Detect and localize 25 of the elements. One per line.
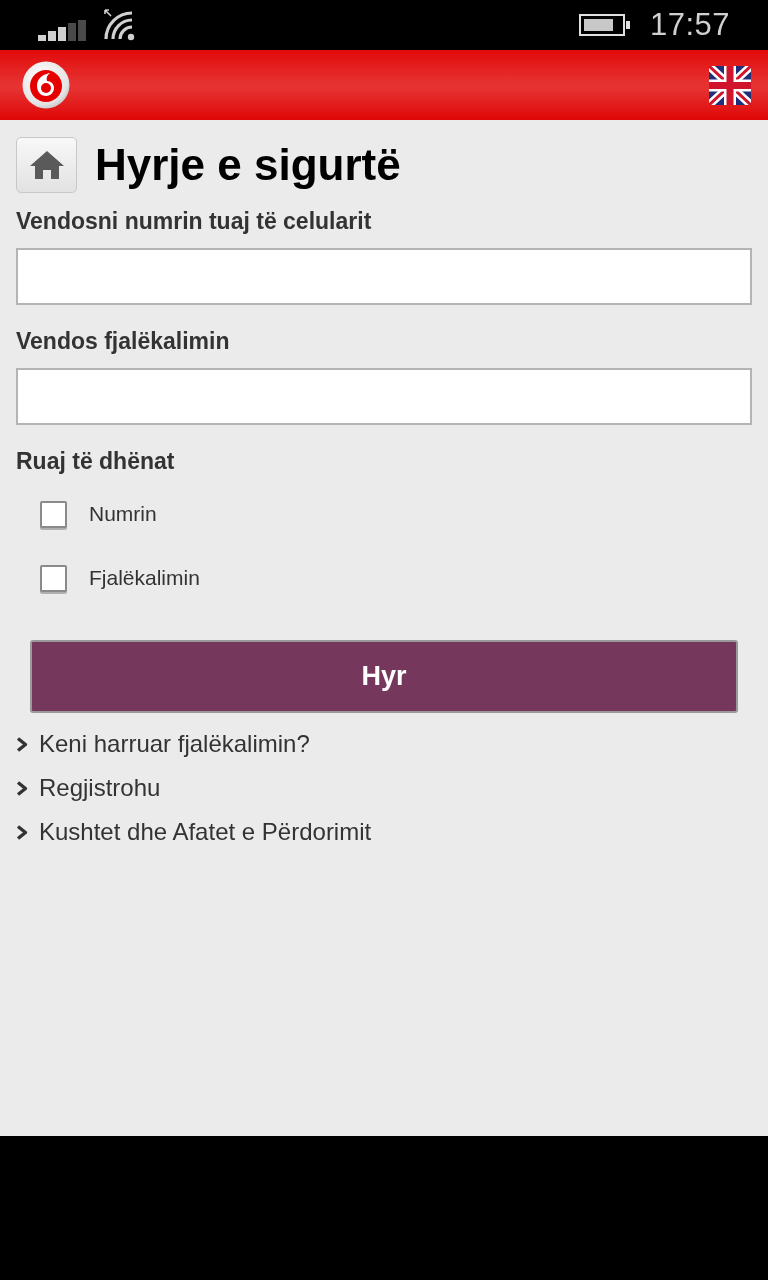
text-link[interactable]: Kushtet dhe Afatet e Përdorimit (16, 817, 372, 847)
checkbox[interactable] (40, 500, 67, 528)
chevron-right-icon (16, 736, 28, 752)
checkbox-label: Numrin (89, 501, 157, 527)
chevron-right-icon (16, 780, 28, 796)
logo (22, 61, 70, 109)
uk-flag-icon[interactable] (709, 65, 751, 105)
page-title: Hyrje e sigurtë (95, 139, 401, 191)
chevron-right-icon (16, 824, 28, 840)
checkbox[interactable] (40, 564, 67, 592)
field-label: Vendosni numrin tuaj të celularit (16, 207, 373, 235)
home-icon (28, 150, 65, 180)
signal-strength-icon (38, 20, 86, 41)
section-label: Ruaj të dhënat (16, 447, 176, 475)
text-link[interactable]: Regjistrohu (16, 773, 161, 803)
checkbox-label: Fjalëkalimin (89, 565, 200, 591)
input-field[interactable] (16, 248, 752, 305)
battery-icon (578, 14, 630, 36)
wifi-icon (104, 9, 135, 41)
input-field[interactable] (16, 368, 752, 425)
field-label: Vendos fjalëkalimin (16, 327, 231, 355)
home-button[interactable] (16, 137, 77, 193)
sign-in-button[interactable]: Hyr (30, 640, 738, 713)
text-link[interactable]: Keni harruar fjalëkalimin? (16, 729, 310, 759)
status-time: 17:57 (649, 7, 730, 43)
